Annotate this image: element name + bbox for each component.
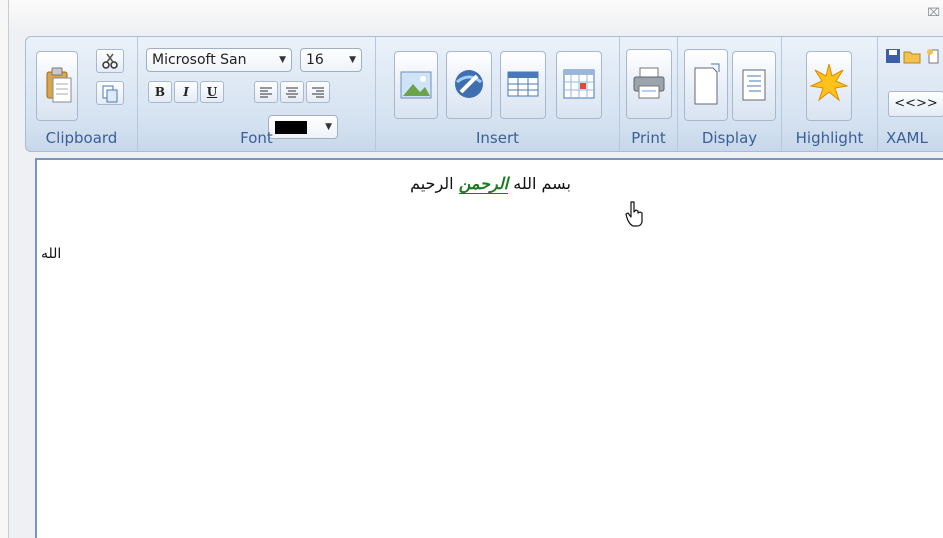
page-icon <box>694 63 720 105</box>
app-window: ⌧ Clipboard Microsoft San ▼ 16 ▼ B I U ▼… <box>8 0 943 538</box>
display-label: Display <box>701 129 758 147</box>
print-group: Print <box>620 37 678 151</box>
globe-icon <box>455 70 483 98</box>
align-right-icon <box>312 87 324 98</box>
page-layout-button[interactable] <box>684 49 728 121</box>
align-right-button[interactable] <box>306 81 330 103</box>
highlight-group: Highlight <box>782 37 878 151</box>
chevron-down-icon: ▼ <box>349 55 356 65</box>
display-group: Display <box>678 37 782 151</box>
align-left-icon <box>260 87 272 98</box>
document-view-button[interactable] <box>732 51 776 121</box>
align-left-button[interactable] <box>254 81 278 103</box>
insert-image-button[interactable] <box>394 51 438 119</box>
arabic-text-line: بسم الله الرحمن الرحيم <box>37 174 943 194</box>
text-run-2: الرحيم <box>410 174 454 193</box>
underline-button[interactable]: U <box>200 81 224 103</box>
open-button[interactable] <box>902 47 922 67</box>
image-icon <box>400 71 432 99</box>
xaml-label: XAML <box>886 129 928 147</box>
star-burst-icon <box>809 63 849 102</box>
align-center-button[interactable] <box>280 81 304 103</box>
print-label: Print <box>631 129 666 147</box>
ribbon-toolbar: Clipboard Microsoft San ▼ 16 ▼ B I U ▼ F… <box>25 36 943 152</box>
document-icon <box>742 69 766 101</box>
font-group: Microsoft San ▼ 16 ▼ B I U ▼ Font <box>138 37 376 151</box>
copy-icon <box>102 85 118 103</box>
new-document-button[interactable] <box>924 47 943 67</box>
chevron-down-icon: ▼ <box>279 55 286 65</box>
highlight-button[interactable] <box>806 51 852 121</box>
text-run-1: بسم الله <box>513 174 571 193</box>
save-button[interactable] <box>884 47 902 67</box>
xaml-group: <<>> XAML <box>878 37 943 151</box>
paste-button[interactable] <box>36 51 78 121</box>
italic-button[interactable]: I <box>174 81 198 103</box>
close-icon[interactable]: ⌧ <box>927 6 940 19</box>
highlighted-word: الرحمن <box>458 174 509 194</box>
xaml-tags-button[interactable]: <<>> <box>888 91 943 117</box>
title-bar: ⌧ <box>9 0 943 30</box>
new-document-icon <box>927 49 939 64</box>
insert-group: Insert <box>376 37 620 151</box>
bold-button[interactable]: B <box>148 81 172 103</box>
cut-button[interactable] <box>96 49 124 73</box>
side-text: الله <box>41 246 62 262</box>
scissors-icon <box>102 53 118 69</box>
insert-label: Insert <box>475 129 520 147</box>
clipboard-label: Clipboard <box>45 129 118 147</box>
clipboard-group: Clipboard <box>26 37 138 151</box>
font-family-select[interactable]: Microsoft San ▼ <box>146 48 292 72</box>
printer-icon <box>633 67 665 99</box>
font-family-value: Microsoft San <box>152 52 247 68</box>
font-size-select[interactable]: 16 ▼ <box>300 48 362 72</box>
align-center-icon <box>286 87 298 98</box>
hand-cursor-icon <box>625 201 643 227</box>
font-size-value: 16 <box>306 52 324 68</box>
calendar-icon <box>563 69 595 99</box>
insert-table-button[interactable] <box>500 51 546 119</box>
paste-icon <box>46 67 72 103</box>
insert-calendar-button[interactable] <box>556 51 602 119</box>
insert-hyperlink-button[interactable] <box>446 51 492 119</box>
highlight-label: Highlight <box>795 129 864 147</box>
print-button[interactable] <box>626 49 672 119</box>
copy-button[interactable] <box>96 81 124 105</box>
table-icon <box>507 71 539 97</box>
folder-icon <box>903 51 921 64</box>
font-label: Font <box>240 129 273 147</box>
rich-text-editor[interactable]: بسم الله الرحمن الرحيم الله <box>35 158 943 538</box>
save-icon <box>886 49 900 63</box>
